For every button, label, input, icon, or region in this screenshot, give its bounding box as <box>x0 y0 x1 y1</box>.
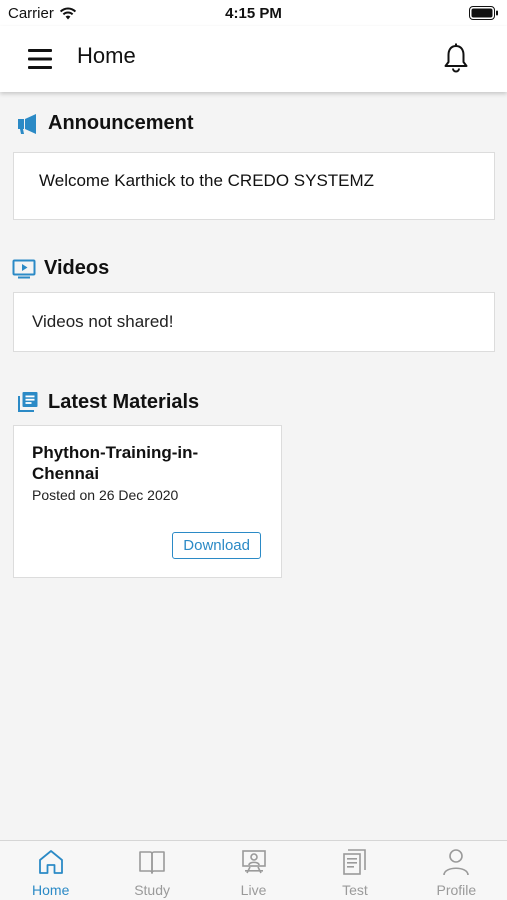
status-bar: Carrier 4:15 PM <box>0 0 507 26</box>
home-icon <box>38 850 63 874</box>
live-class-icon <box>241 850 266 874</box>
tab-profile-label: Profile <box>436 882 477 898</box>
tab-home-label: Home <box>32 882 70 898</box>
materials-heading: Latest Materials <box>16 390 199 414</box>
tab-live-label: Live <box>240 882 267 898</box>
tab-profile[interactable]: Profile <box>406 841 507 900</box>
home-screen: Carrier 4:15 PM Home Announcement Welcom… <box>0 0 507 900</box>
bell-icon <box>444 43 468 73</box>
profile-icon <box>443 849 470 876</box>
announcement-heading: Announcement <box>16 112 194 135</box>
play-video-icon <box>12 259 36 278</box>
announcement-message: Welcome Karthick to the CREDO SYSTEMZ <box>39 171 375 190</box>
menu-button[interactable] <box>26 46 58 72</box>
videos-heading-label: Videos <box>44 257 110 279</box>
tab-test-label: Test <box>342 882 368 898</box>
announcement-card: Welcome Karthick to the CREDO SYSTEMZ <box>13 152 495 220</box>
app-header: Home <box>0 26 507 92</box>
test-icon <box>343 849 366 875</box>
material-title: Phython-Training-in-Chennai <box>32 443 199 483</box>
battery-icon <box>469 6 498 20</box>
library-books-icon <box>18 392 38 412</box>
tab-study-label: Study <box>134 882 171 898</box>
videos-message: Videos not shared! <box>32 312 174 331</box>
tab-home[interactable]: Home <box>0 841 101 900</box>
page-title: Home <box>77 43 136 68</box>
status-time: 4:15 PM <box>225 5 282 22</box>
hamburger-menu-icon <box>28 49 52 69</box>
bottom-tab-bar: Home Study Live Test Profile <box>0 840 507 900</box>
megaphone-icon <box>18 113 36 134</box>
book-icon <box>139 851 165 874</box>
download-button[interactable]: Download <box>172 532 261 559</box>
tab-study[interactable]: Study <box>101 841 202 900</box>
announcement-heading-label: Announcement <box>48 112 194 134</box>
videos-heading: Videos <box>12 257 109 280</box>
tab-live[interactable]: Live <box>203 841 304 900</box>
tab-test[interactable]: Test <box>304 841 405 900</box>
material-card: Phython-Training-in-Chennai Posted on 26… <box>13 425 282 578</box>
material-posted-date: Posted on 26 Dec 2020 <box>32 487 179 503</box>
videos-card: Videos not shared! <box>13 292 495 352</box>
notifications-button[interactable] <box>441 42 471 74</box>
materials-heading-label: Latest Materials <box>48 390 200 413</box>
